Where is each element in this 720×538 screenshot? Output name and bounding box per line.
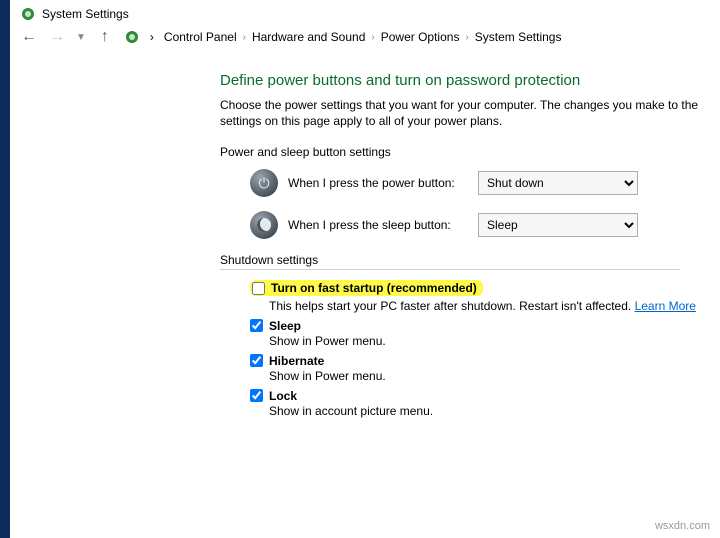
recent-dropdown[interactable]: ▼	[76, 32, 86, 43]
breadcrumb-item[interactable]: Power Options	[381, 30, 460, 44]
page-title: Define power buttons and turn on passwor…	[220, 72, 720, 89]
watermark: wsxdn.com	[655, 520, 710, 532]
highlight-marker: Turn on fast startup (recommended)	[250, 280, 483, 296]
lock-item: Lock Show in account picture menu.	[250, 389, 720, 418]
lock-label: Lock	[269, 389, 297, 403]
lock-sub: Show in account picture menu.	[269, 404, 720, 418]
lock-checkbox[interactable]	[250, 389, 263, 402]
sleep-sub: Show in Power menu.	[269, 334, 720, 348]
shutdown-heading: Shutdown settings	[220, 253, 680, 270]
hibernate-item: Hibernate Show in Power menu.	[250, 354, 720, 383]
sleep-button-label: When I press the sleep button:	[288, 218, 468, 232]
fast-startup-label: Turn on fast startup (recommended)	[271, 281, 477, 295]
breadcrumb: Control Panel › Hardware and Sound › Pow…	[164, 30, 562, 44]
power-icon: ⏻	[250, 169, 278, 197]
sleep-icon	[250, 211, 278, 239]
sleep-button-select[interactable]: Sleep	[478, 213, 638, 237]
button-settings-heading: Power and sleep button settings	[220, 145, 720, 159]
location-icon	[124, 29, 140, 45]
chevron-right-icon: ›	[371, 32, 374, 43]
fast-startup-checkbox[interactable]	[252, 282, 265, 295]
hibernate-sub: Show in Power menu.	[269, 369, 720, 383]
up-button[interactable]: ↑	[96, 28, 114, 46]
sleep-checkbox[interactable]	[250, 319, 263, 332]
forward-button[interactable]: →	[48, 28, 66, 46]
breadcrumb-item[interactable]: Hardware and Sound	[252, 30, 365, 44]
hibernate-label: Hibernate	[269, 354, 324, 368]
learn-more-link[interactable]: Learn More	[635, 299, 696, 313]
sleep-label: Sleep	[269, 319, 301, 333]
breadcrumb-item[interactable]: System Settings	[475, 30, 562, 44]
sleep-button-row: When I press the sleep button: Sleep	[250, 211, 720, 239]
back-button[interactable]: ←	[20, 28, 38, 46]
sleep-item: Sleep Show in Power menu.	[250, 319, 720, 348]
power-button-label: When I press the power button:	[288, 176, 468, 190]
fast-startup-sub: This helps start your PC faster after sh…	[269, 299, 720, 313]
breadcrumb-item[interactable]: Control Panel	[164, 30, 237, 44]
window-title: System Settings	[42, 7, 129, 21]
fast-startup-item: Turn on fast startup (recommended) This …	[250, 280, 720, 313]
power-button-row: ⏻ When I press the power button: Shut do…	[250, 169, 720, 197]
hibernate-checkbox[interactable]	[250, 354, 263, 367]
power-button-select[interactable]: Shut down	[478, 171, 638, 195]
chevron-right-icon: ›	[465, 32, 468, 43]
page-description: Choose the power settings that you want …	[220, 97, 720, 129]
power-options-icon	[20, 6, 36, 22]
chevron-right-icon: ›	[150, 30, 154, 44]
chevron-right-icon: ›	[243, 32, 246, 43]
